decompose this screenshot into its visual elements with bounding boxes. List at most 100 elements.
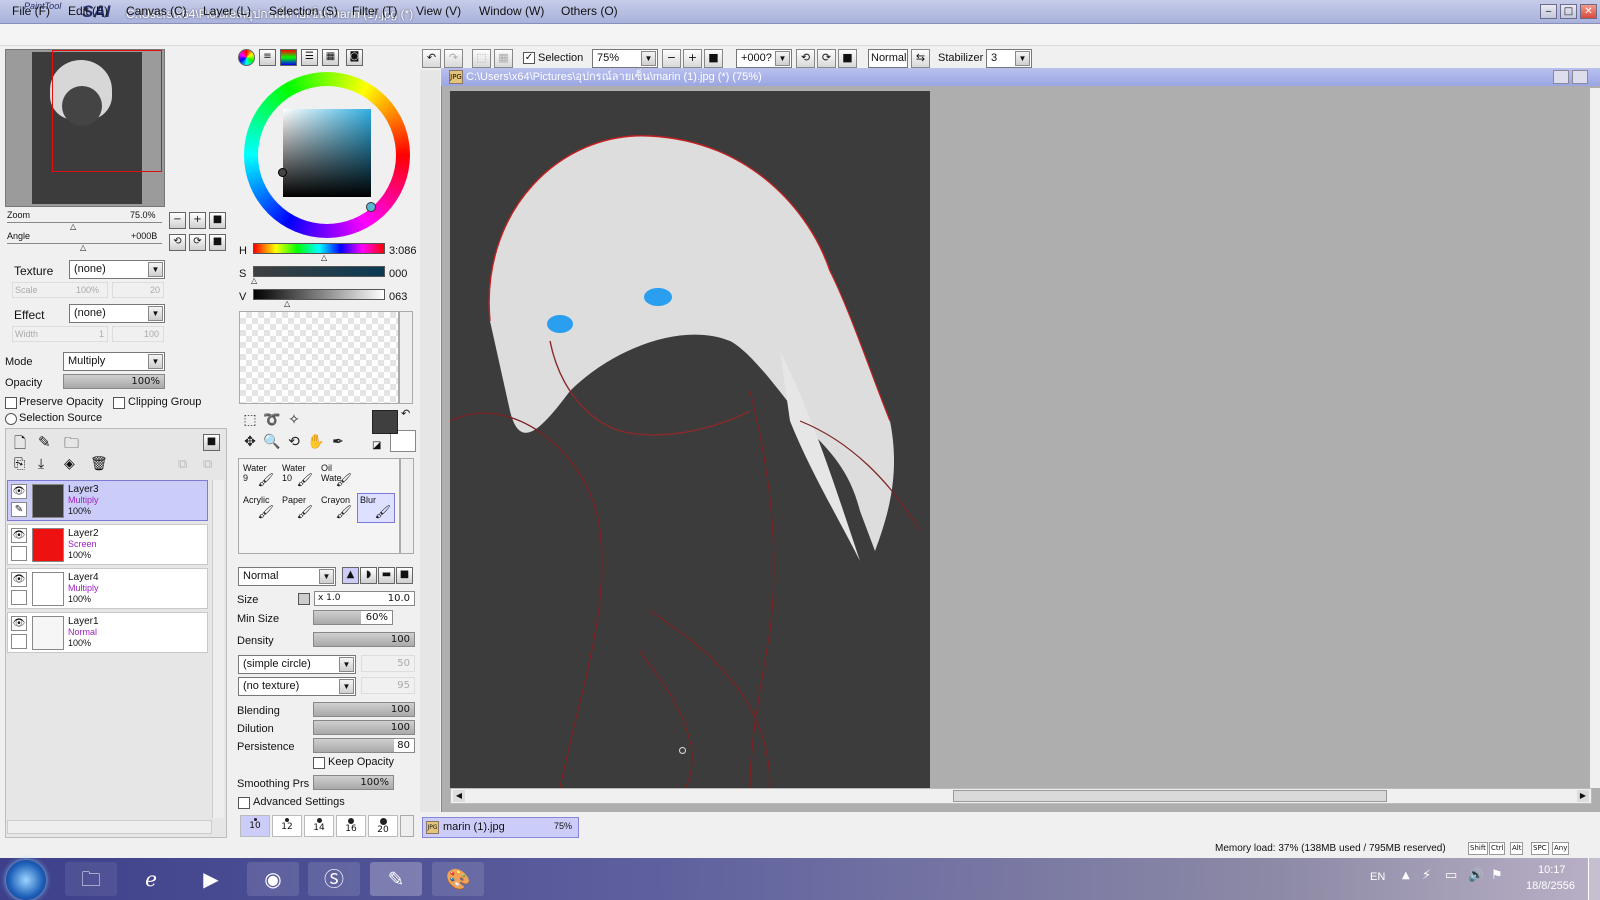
dilution-slider[interactable]: 100 (313, 720, 415, 735)
maximize-button[interactable]: □ (1560, 4, 1577, 19)
density-slider[interactable]: 100 (313, 632, 415, 647)
brush-shape-square[interactable]: ■ (396, 567, 413, 584)
clock-date[interactable]: 18/8/2556 (1526, 880, 1575, 892)
panel-divider[interactable] (420, 70, 440, 812)
move-tool-icon[interactable]: ✥ (240, 432, 260, 452)
keep-opacity-checkbox[interactable] (313, 757, 325, 769)
brush-slot[interactable]: Water 10 🖌 (279, 461, 317, 491)
canvas-vscrollbar[interactable] (1590, 88, 1600, 788)
zoom-slider-handle[interactable]: △ (70, 222, 76, 231)
scratch-pad-scrollbar[interactable] (399, 311, 413, 404)
value-slider[interactable] (253, 289, 385, 300)
nav-rotate-reset-button[interactable]: ■ (209, 234, 226, 251)
display-tray-icon[interactable]: ▭ (1445, 868, 1457, 883)
brush-texture-combo[interactable]: (no texture) ▼ (238, 677, 356, 696)
navigator-preview[interactable] (5, 49, 165, 207)
invert-selection-button[interactable]: ▦ (494, 49, 513, 68)
brush-shape-sharp[interactable]: ▲ (342, 567, 359, 584)
angle-combo[interactable]: +000? ▼ (736, 49, 792, 68)
smoothing-slider[interactable]: 100% (313, 775, 394, 790)
selection-source-radio[interactable] (5, 413, 17, 425)
nav-rotate-left-button[interactable]: ⟲ (169, 234, 186, 251)
network-tray-icon[interactable]: ⚡ (1422, 868, 1431, 883)
internet-explorer-taskbar-icon[interactable]: ℯ (125, 862, 177, 896)
start-button[interactable] (6, 860, 46, 900)
rect-select-tool-icon[interactable]: ⬚ (240, 410, 260, 430)
layer-edit-icon[interactable] (11, 546, 27, 561)
swatches-tab[interactable]: ▦ (322, 49, 339, 66)
menu-others[interactable]: Others (O) (561, 4, 618, 18)
brush-size-preset[interactable]: 12 (272, 815, 302, 837)
hue-picker-handle[interactable] (366, 202, 376, 212)
brush-size-preset[interactable]: 14 (304, 815, 334, 837)
brush-size-preset[interactable]: 16 (336, 815, 366, 837)
menu-layer[interactable]: Layer (L) (203, 4, 251, 18)
nav-zoom-in-button[interactable]: + (189, 212, 206, 229)
new-linework-layer-icon[interactable]: ✎ (38, 433, 51, 451)
brush-grid-scrollbar[interactable] (400, 458, 414, 554)
opacity-slider[interactable]: 100% (63, 374, 165, 389)
advanced-settings-checkbox[interactable] (238, 797, 250, 809)
color-wheel-tab[interactable] (238, 49, 255, 66)
layer-edit-icon[interactable] (11, 634, 27, 649)
menu-file[interactable]: File (F) (12, 4, 50, 18)
explorer-taskbar-icon[interactable]: 🗀 (65, 862, 117, 896)
scratchpad-tab[interactable]: ◙ (346, 49, 363, 66)
clipping-group-checkbox[interactable] (113, 397, 125, 409)
layer-mode-combo[interactable]: Multiply ▼ (63, 352, 165, 371)
rotate-tool-icon[interactable]: ⟲ (284, 432, 304, 452)
zoom-tool-icon[interactable]: 🔍 (262, 432, 282, 452)
flag-tray-icon[interactable]: ⚑ (1491, 868, 1503, 883)
scratch-pad[interactable] (239, 311, 399, 404)
redo-button[interactable]: ↷ (444, 49, 463, 68)
brush-shape-flat[interactable]: ▬ (378, 567, 395, 584)
saturation-slider-handle[interactable]: △ (251, 276, 257, 285)
layer-edit-icon[interactable] (11, 590, 27, 605)
document-tab[interactable]: JPG marin (1).jpg 75% (422, 817, 579, 838)
stabilizer-combo[interactable]: 3 ▼ (986, 49, 1032, 68)
brush-size-preset[interactable]: 20 (368, 815, 398, 837)
sv-picker-handle[interactable] (278, 168, 287, 177)
brush-slot[interactable]: Crayon 🖌 (318, 493, 356, 523)
saturation-slider[interactable] (253, 266, 385, 277)
gradient-tab[interactable]: ☰ (301, 49, 318, 66)
skype-taskbar-icon[interactable]: Ⓢ (308, 862, 360, 896)
media-player-taskbar-icon[interactable]: ▶ (185, 862, 237, 896)
chrome-taskbar-icon[interactable]: ◉ (247, 862, 299, 896)
rotate-reset-button[interactable]: ■ (838, 49, 857, 68)
paint-taskbar-icon[interactable]: 🎨 (432, 862, 484, 896)
minimize-button[interactable]: ‒ (1540, 4, 1557, 19)
menu-canvas[interactable]: Canvas (C) (126, 4, 187, 18)
layer-scrollbar[interactable] (212, 480, 224, 818)
size-lock-checkbox[interactable] (298, 593, 310, 605)
show-hidden-icons[interactable]: ▲ (1402, 870, 1410, 881)
blending-slider[interactable]: 100 (313, 702, 415, 717)
hand-tool-icon[interactable]: ✋ (306, 432, 326, 452)
rgb-sliders-tab[interactable]: ≡ (259, 49, 276, 66)
canvas-hscrollbar[interactable]: ◀ ▶ (450, 788, 1592, 804)
layer-row[interactable]: 👁 Layer4 Multiply 100% (7, 568, 208, 609)
brush-blend-mode-combo[interactable]: Normal ▼ (238, 567, 336, 586)
preserve-opacity-checkbox[interactable] (5, 397, 17, 409)
menu-selection[interactable]: Selection (S) (269, 4, 338, 18)
nav-zoom-reset-button[interactable]: ■ (209, 212, 226, 229)
effect-combo[interactable]: (none) ▼ (69, 304, 165, 323)
persistence-slider[interactable]: 80 (313, 738, 415, 753)
copy-layer-icon[interactable]: ⎘ (14, 456, 25, 472)
deselect-button[interactable]: ⬚ (472, 49, 491, 68)
brush-size-preset[interactable]: 10 (240, 815, 270, 837)
menu-filter[interactable]: Filter (T) (352, 4, 397, 18)
preset-scrollbar[interactable] (400, 815, 414, 837)
menu-window[interactable]: Window (W) (479, 4, 544, 18)
zoom-out-button[interactable]: − (662, 49, 681, 68)
lasso-tool-icon[interactable]: ➰ (262, 410, 282, 430)
view-mode-combo[interactable]: Normal (868, 49, 908, 68)
layer-edit-icon[interactable]: ✎ (11, 502, 27, 517)
language-indicator[interactable]: EN (1370, 871, 1385, 883)
canvas-hscroll-thumb[interactable] (953, 790, 1387, 802)
brush-slot[interactable]: Paper 🖌 (279, 493, 317, 523)
hue-slider[interactable] (253, 243, 385, 254)
artwork[interactable] (450, 91, 930, 788)
nav-zoom-out-button[interactable]: − (169, 212, 186, 229)
new-folder-icon[interactable]: 🗀 (64, 433, 79, 458)
